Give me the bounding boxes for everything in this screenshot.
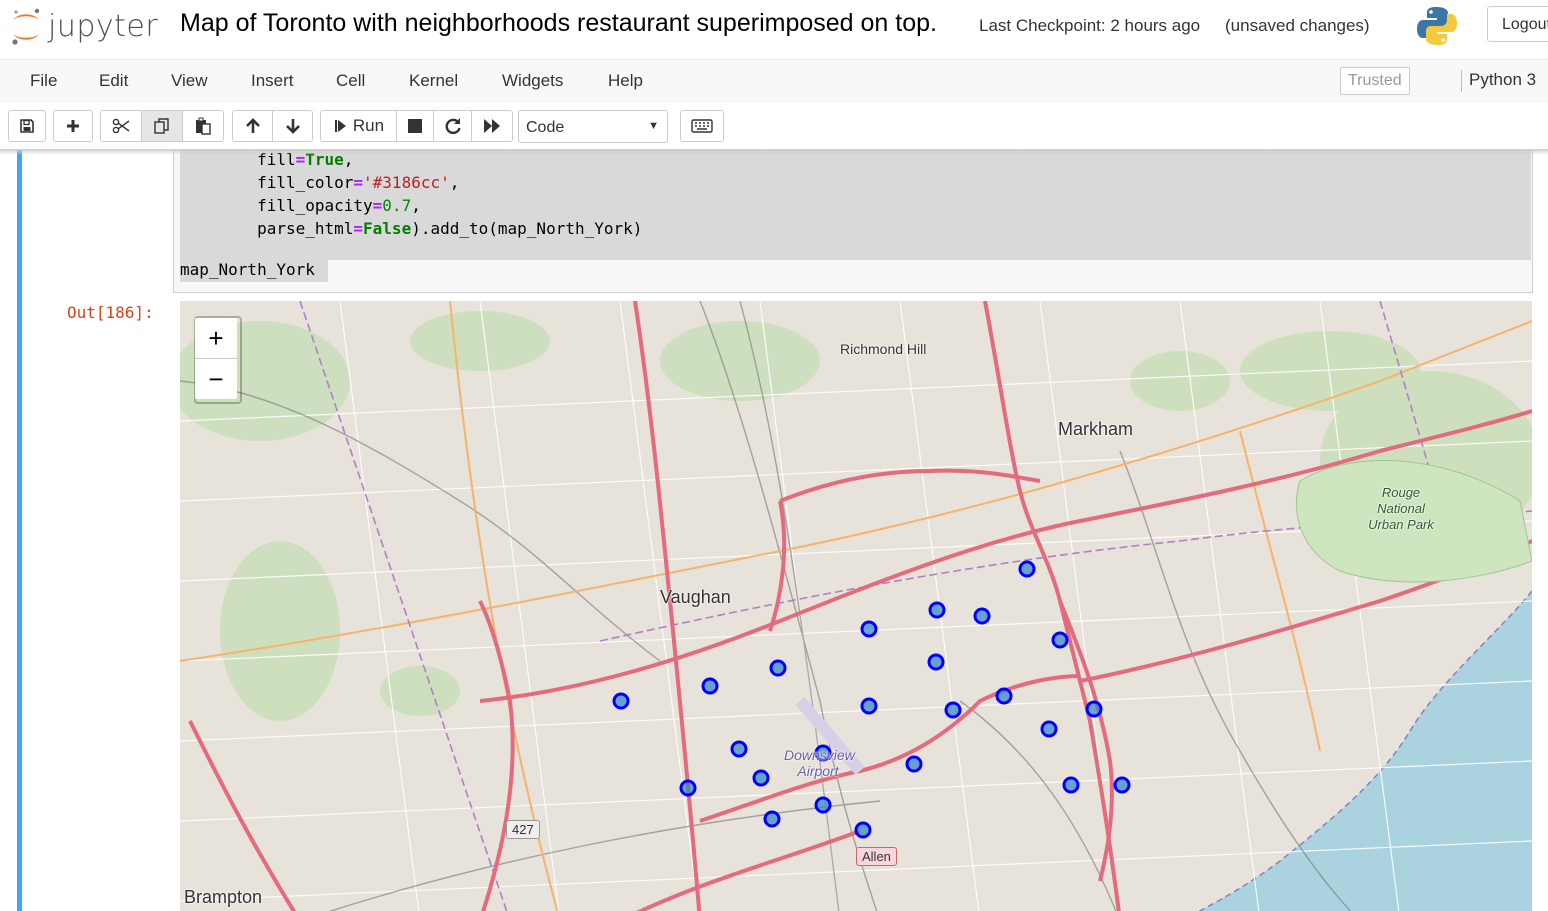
logout-button[interactable]: Logout bbox=[1487, 6, 1548, 42]
restaurant-marker[interactable] bbox=[701, 677, 719, 695]
restaurant-marker[interactable] bbox=[944, 701, 962, 719]
scissors-icon bbox=[112, 118, 130, 134]
restaurant-marker[interactable] bbox=[1085, 700, 1103, 718]
label-vaughan: Vaughan bbox=[660, 587, 731, 607]
code-line: fill_color='#3186cc', bbox=[180, 173, 460, 192]
menu-cell[interactable]: Cell bbox=[336, 71, 365, 91]
menu-file[interactable]: File bbox=[30, 71, 57, 91]
notebook-area[interactable]: fill=True, fill_color='#3186cc', fill_op… bbox=[0, 150, 1548, 911]
kernel-name[interactable]: Python 3 bbox=[1469, 70, 1536, 90]
paste-icon bbox=[196, 117, 211, 135]
python-logo-icon bbox=[1416, 5, 1458, 52]
restaurant-marker[interactable] bbox=[854, 821, 872, 839]
notebook-title[interactable]: Map of Toronto with neighborhoods restau… bbox=[180, 9, 937, 38]
arrow-down-icon bbox=[285, 119, 300, 134]
restaurant-marker[interactable] bbox=[905, 755, 923, 773]
code-line: parse_html=False).add_to(map_North_York) bbox=[180, 219, 643, 238]
trusted-indicator[interactable]: Trusted bbox=[1340, 67, 1410, 95]
label-rouge-park: Rouge National Urban Park bbox=[1368, 485, 1434, 532]
menu-help[interactable]: Help bbox=[608, 71, 643, 91]
label-downsview-airport: Downsview Airport bbox=[784, 747, 855, 779]
menubar: File Edit View Insert Cell Kernel Widget… bbox=[0, 59, 1548, 104]
restaurant-marker[interactable] bbox=[679, 779, 697, 797]
copy-button[interactable] bbox=[141, 110, 183, 142]
insert-cell-button[interactable] bbox=[53, 110, 93, 142]
restaurant-marker[interactable] bbox=[1113, 776, 1131, 794]
paste-button[interactable] bbox=[182, 110, 224, 142]
output-prompt: Out[186]: bbox=[67, 303, 154, 322]
cell-type-select[interactable]: Code ▼ bbox=[518, 110, 668, 143]
restaurant-marker[interactable] bbox=[927, 653, 945, 671]
restart-run-all-button[interactable] bbox=[471, 110, 513, 142]
step-forward-icon bbox=[334, 120, 346, 132]
dropdown-caret-icon: ▼ bbox=[648, 120, 659, 132]
restart-button[interactable] bbox=[433, 110, 472, 142]
code-last-line: map_North_York bbox=[180, 260, 315, 279]
arrow-up-icon bbox=[245, 118, 260, 133]
cell-type-value: Code bbox=[526, 119, 565, 136]
restaurant-marker[interactable] bbox=[769, 659, 787, 677]
menu-view[interactable]: View bbox=[171, 71, 208, 91]
label-brampton: Brampton bbox=[184, 887, 263, 907]
unsaved-status: (unsaved changes) bbox=[1225, 16, 1370, 35]
logo-text: jupyter bbox=[48, 8, 159, 44]
restaurant-marker[interactable] bbox=[612, 692, 630, 710]
move-down-button[interactable] bbox=[272, 110, 313, 142]
checkpoint-status: Last Checkpoint: 2 hours ago bbox=[979, 16, 1201, 35]
restaurant-marker[interactable] bbox=[928, 601, 946, 619]
folium-map[interactable]: + − Richmond Hill Markham Vaughan Brampt… bbox=[180, 301, 1532, 911]
jupyter-logo[interactable]: jupyter bbox=[10, 5, 158, 47]
menu-widgets[interactable]: Widgets bbox=[502, 71, 563, 91]
restaurant-marker[interactable] bbox=[860, 620, 878, 638]
label-hwy-427-shield: 427 bbox=[506, 820, 540, 839]
toolbar: Run Code ▼ bbox=[0, 103, 1548, 149]
restaurant-marker[interactable] bbox=[763, 810, 781, 828]
label-allen-shield: Allen bbox=[856, 847, 897, 866]
restaurant-marker[interactable] bbox=[995, 687, 1013, 705]
save-button[interactable] bbox=[8, 110, 46, 142]
zoom-in-button[interactable]: + bbox=[195, 318, 237, 359]
restaurant-marker[interactable] bbox=[973, 607, 991, 625]
plus-icon bbox=[67, 120, 79, 132]
code-line: fill_opacity=0.7, bbox=[180, 196, 421, 215]
header: jupyter Map of Toronto with neighborhood… bbox=[0, 0, 1548, 57]
restaurant-marker[interactable] bbox=[1051, 631, 1069, 649]
toolbar-shadow bbox=[0, 149, 1548, 155]
keyboard-icon bbox=[691, 119, 713, 133]
restaurant-marker[interactable] bbox=[1062, 776, 1080, 794]
stop-icon bbox=[408, 119, 422, 133]
run-label: Run bbox=[352, 116, 385, 135]
restaurant-marker[interactable] bbox=[752, 769, 770, 787]
code-editor[interactable]: fill=True, fill_color='#3186cc', fill_op… bbox=[173, 150, 1533, 293]
zoom-out-button[interactable]: − bbox=[195, 359, 237, 399]
map-tiles bbox=[180, 301, 1532, 911]
restaurant-marker[interactable] bbox=[860, 697, 878, 715]
copy-icon bbox=[154, 118, 169, 134]
jupyter-icon bbox=[12, 8, 40, 45]
menu-edit[interactable]: Edit bbox=[99, 71, 128, 91]
command-palette-button[interactable] bbox=[680, 110, 724, 142]
fast-forward-icon bbox=[484, 119, 500, 133]
menu-kernel[interactable]: Kernel bbox=[409, 71, 458, 91]
kernel-divider bbox=[1461, 70, 1462, 92]
restaurant-marker[interactable] bbox=[1018, 560, 1036, 578]
interrupt-button[interactable] bbox=[396, 110, 434, 142]
restaurant-marker[interactable] bbox=[730, 740, 748, 758]
cut-button[interactable] bbox=[100, 110, 142, 142]
run-button[interactable]: Run bbox=[320, 110, 397, 142]
label-markham: Markham bbox=[1058, 419, 1134, 439]
code-cell[interactable]: fill=True, fill_color='#3186cc', fill_op… bbox=[17, 150, 1542, 911]
move-up-button[interactable] bbox=[232, 110, 273, 142]
menu-insert[interactable]: Insert bbox=[251, 71, 294, 91]
label-richmond-hill: Richmond Hill bbox=[840, 341, 927, 357]
restaurant-marker[interactable] bbox=[814, 796, 832, 814]
restart-icon bbox=[445, 118, 461, 135]
restaurant-marker[interactable] bbox=[1040, 720, 1058, 738]
save-icon bbox=[20, 119, 34, 133]
